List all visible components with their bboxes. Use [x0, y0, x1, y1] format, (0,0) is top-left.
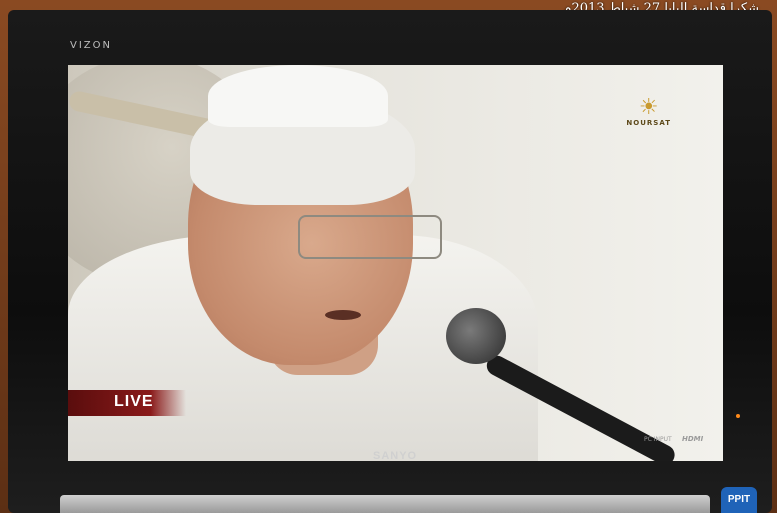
power-led-icon — [736, 414, 740, 418]
channel-logo-mark-icon: ☀ — [638, 95, 659, 120]
hdmi-label: HDMI — [682, 435, 704, 443]
live-badge: LIVE — [68, 390, 186, 416]
speaker-mouth — [325, 310, 361, 320]
eyeglasses — [298, 215, 442, 259]
white-skullcap — [208, 65, 388, 127]
tv-screen: ☀ NOURSAT LIVE — [68, 65, 723, 461]
channel-logo: ☀ NOURSAT — [626, 95, 671, 128]
live-label: LIVE — [114, 393, 154, 410]
tv-stand — [60, 495, 710, 513]
tv-bezel-brand: VIZON — [70, 40, 112, 51]
store-sticker: PPIT — [721, 487, 757, 513]
microphone-icon — [446, 308, 506, 364]
channel-logo-text: NOURSAT — [626, 119, 671, 127]
pc-input-label: PC INPUT — [644, 436, 672, 443]
tv-maker-logo: SANYO — [373, 450, 418, 462]
